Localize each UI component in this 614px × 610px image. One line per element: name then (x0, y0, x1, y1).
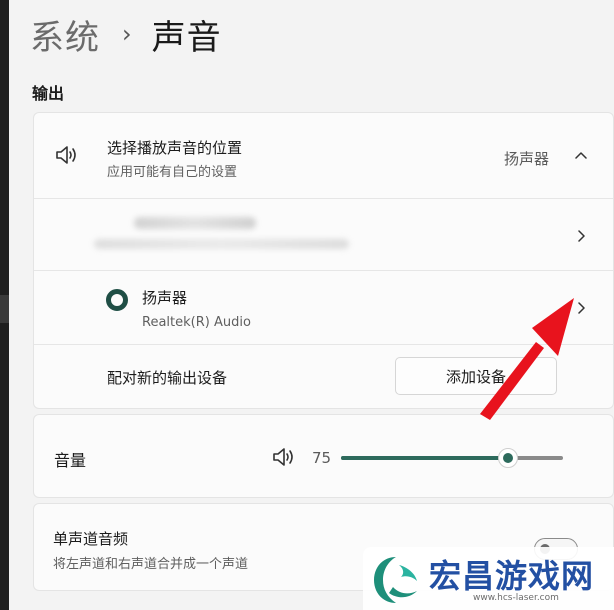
device-selected-radio[interactable] (106, 289, 128, 311)
chevron-right-icon[interactable] (575, 302, 587, 314)
watermark-url: www.hcs-laser.com (473, 593, 559, 603)
watermark-name: 宏昌游戏网 (429, 557, 595, 595)
add-device-button[interactable]: 添加设备 (395, 357, 557, 395)
output-card: 选择播放声音的位置 应用可能有自己的设置 扬声器 扬声器 Realtek(R) … (33, 112, 614, 409)
watermark-logo-icon (374, 557, 417, 603)
speaker-icon[interactable] (272, 446, 298, 468)
volume-value: 75 (312, 449, 332, 467)
volume-label: 音量 (54, 451, 87, 470)
obscured-device-name (134, 217, 256, 229)
choose-location-title: 选择播放声音的位置 (107, 139, 243, 157)
obscured-device-detail (94, 239, 349, 249)
output-section-title: 输出 (32, 84, 65, 103)
breadcrumb: 系统 › 声音 (30, 10, 222, 59)
volume-slider-thumb[interactable] (497, 448, 518, 468)
output-device-row-obscured[interactable] (34, 199, 613, 271)
mono-audio-title: 单声道音频 (53, 530, 129, 548)
pair-device-label: 配对新的输出设备 (107, 369, 228, 387)
speaker-icon (56, 146, 76, 164)
choose-output-location-row[interactable]: 选择播放声音的位置 应用可能有自己的设置 扬声器 (34, 113, 613, 199)
volume-slider[interactable] (341, 448, 563, 468)
output-device-row-speaker[interactable]: 扬声器 Realtek(R) Audio (34, 271, 613, 345)
device-name: 扬声器 (142, 289, 188, 307)
mono-audio-subtitle: 将左声道和右声道合并成一个声道 (53, 557, 249, 572)
window-edge (0, 0, 9, 610)
chevron-right-icon[interactable] (575, 230, 587, 242)
pair-output-device-row: 配对新的输出设备 添加设备 (34, 345, 613, 409)
device-detail: Realtek(R) Audio (142, 315, 251, 330)
selected-output-value: 扬声器 (504, 150, 550, 168)
volume-slider-fill (341, 456, 508, 460)
choose-location-subtitle: 应用可能有自己的设置 (107, 165, 238, 180)
chevron-up-icon[interactable] (575, 150, 587, 162)
breadcrumb-system-link[interactable]: 系统 (30, 10, 100, 59)
watermark: 宏昌游戏网 www.hcs-laser.com (363, 547, 614, 610)
window-edge-strip (0, 295, 9, 323)
page-title: 声音 (151, 17, 222, 58)
volume-card: 音量 75 (33, 414, 614, 498)
breadcrumb-separator: › (122, 20, 132, 48)
